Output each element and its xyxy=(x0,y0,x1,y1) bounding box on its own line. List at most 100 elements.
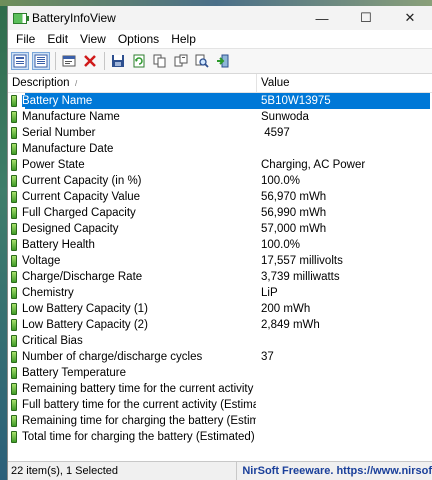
refresh-button[interactable] xyxy=(130,52,148,70)
list-item[interactable]: Critical Bias xyxy=(8,333,432,349)
battery-icon xyxy=(11,367,17,379)
delete-button[interactable] xyxy=(81,52,99,70)
battery-icon xyxy=(11,415,17,427)
menu-edit[interactable]: Edit xyxy=(41,32,74,46)
list-item[interactable]: Remaining battery time for the current a… xyxy=(8,381,432,397)
battery-icon xyxy=(11,159,17,171)
column-header-value[interactable]: Value xyxy=(257,77,290,89)
item-description-cell: Critical Bias xyxy=(8,335,256,347)
properties-button[interactable] xyxy=(60,52,78,70)
battery-info-list[interactable]: Description / Value Battery Name 5B10W139… xyxy=(8,74,432,464)
item-value: 3,739 milliwatts xyxy=(261,271,340,283)
item-description: Manufacture Name xyxy=(22,111,120,123)
list-item[interactable]: Low Battery Capacity (1) 200 mWh xyxy=(8,301,432,317)
item-description: Number of charge/discharge cycles xyxy=(22,351,203,363)
delete-icon xyxy=(84,55,96,67)
list-item[interactable]: Battery Temperature xyxy=(8,365,432,381)
sort-indicator-icon: / xyxy=(75,79,78,88)
list-item[interactable]: Battery Health 100.0% xyxy=(8,237,432,253)
item-description: Critical Bias xyxy=(22,335,83,347)
close-button[interactable]: ✕ xyxy=(388,6,432,30)
list-item[interactable]: Current Capacity Value 56,970 mWh xyxy=(8,189,432,205)
column-header-description-label: Description xyxy=(12,77,70,89)
item-description-cell: Manufacture Date xyxy=(8,143,256,155)
menu-options[interactable]: Options xyxy=(112,32,165,46)
battery-icon xyxy=(11,271,17,283)
item-description-cell: Manufacture Name xyxy=(8,111,256,123)
html-report-button[interactable] xyxy=(11,52,29,70)
battery-icon xyxy=(11,303,17,315)
list-item[interactable]: Chemistry LiP xyxy=(8,285,432,301)
list-item[interactable]: Full battery time for the current activi… xyxy=(8,397,432,413)
item-description-cell: Designed Capacity xyxy=(8,223,256,235)
item-description: Designed Capacity xyxy=(22,223,119,235)
list-item[interactable]: Full Charged Capacity 56,990 mWh xyxy=(8,205,432,221)
status-bar: 22 item(s), 1 Selected NirSoft Freeware.… xyxy=(8,461,432,480)
item-description-cell: Full Charged Capacity xyxy=(8,207,256,219)
battery-icon xyxy=(11,431,17,443)
title-bar[interactable]: BatteryInfoView — ☐ ✕ xyxy=(8,6,432,30)
battery-icon xyxy=(11,335,17,347)
html-report-icon xyxy=(13,54,27,68)
toolbar-separator xyxy=(104,52,105,70)
item-count-status: 22 item(s), 1 Selected xyxy=(8,462,238,480)
exit-button[interactable] xyxy=(214,52,232,70)
item-description: Remaining battery time for the current a… xyxy=(22,383,256,395)
battery-icon xyxy=(11,175,17,187)
properties-icon xyxy=(62,55,76,67)
list-item[interactable]: Low Battery Capacity (2) 2,849 mWh xyxy=(8,317,432,333)
find-button[interactable] xyxy=(193,52,211,70)
column-header-description[interactable]: Description / xyxy=(8,77,256,89)
item-description: Current Capacity Value xyxy=(22,191,141,203)
item-value: LiP xyxy=(261,287,278,299)
list-item[interactable]: Designed Capacity 57,000 mWh xyxy=(8,221,432,237)
list-item[interactable]: Remaining time for charging the battery … xyxy=(8,413,432,429)
maximize-button[interactable]: ☐ xyxy=(344,6,388,30)
menu-help[interactable]: Help xyxy=(165,32,202,46)
list-item[interactable]: Serial Number 4597 xyxy=(8,125,432,141)
list-item[interactable]: Battery Name 5B10W13975 xyxy=(8,93,432,109)
menu-file[interactable]: File xyxy=(10,32,41,46)
item-description: Power State xyxy=(22,159,85,171)
exit-icon xyxy=(217,54,229,68)
battery-icon xyxy=(11,191,17,203)
save-button[interactable] xyxy=(109,52,127,70)
item-description: Current Capacity (in %) xyxy=(22,175,142,187)
list-item[interactable]: Power State Charging, AC Power xyxy=(8,157,432,173)
item-description: Charge/Discharge Rate xyxy=(22,271,143,283)
column-header-value-label: Value xyxy=(261,77,290,89)
battery-icon xyxy=(11,239,17,251)
list-item[interactable]: Current Capacity (in %) 100.0% xyxy=(8,173,432,189)
battery-icon xyxy=(11,111,17,123)
battery-icon xyxy=(11,207,17,219)
item-description-cell: Full battery time for the current activi… xyxy=(8,399,256,411)
nirsoft-link[interactable]: NirSoft Freeware. https://www.nirsof xyxy=(237,465,432,477)
copy-icon xyxy=(153,54,166,68)
item-value: 37 xyxy=(261,351,274,363)
list-item[interactable]: Number of charge/discharge cycles 37 xyxy=(8,349,432,365)
menu-view[interactable]: View xyxy=(74,32,112,46)
item-description-cell: Battery Health xyxy=(8,239,256,251)
list-item[interactable]: Charge/Discharge Rate 3,739 milliwatts xyxy=(8,269,432,285)
window-title: BatteryInfoView xyxy=(32,11,116,25)
item-value: 57,000 mWh xyxy=(261,223,327,235)
list-item[interactable]: Total time for charging the battery (Est… xyxy=(8,429,432,445)
copy-all-button[interactable] xyxy=(172,52,190,70)
item-value: 100.0% xyxy=(261,175,301,187)
list-item[interactable]: Manufacture Date xyxy=(8,141,432,157)
battery-icon xyxy=(11,127,17,139)
window-controls: — ☐ ✕ xyxy=(300,6,432,30)
item-value: 200 mWh xyxy=(261,303,311,315)
copy-button[interactable] xyxy=(151,52,169,70)
list-report-button[interactable] xyxy=(32,52,50,70)
item-value: 100.0% xyxy=(261,239,301,251)
item-value: 17,557 millivolts xyxy=(261,255,343,267)
list-item[interactable]: Manufacture Name Sunwoda xyxy=(8,109,432,125)
item-description: Remaining time for charging the battery … xyxy=(22,415,256,427)
battery-app-icon xyxy=(13,12,29,24)
battery-icon xyxy=(11,319,17,331)
list-item[interactable]: Voltage 17,557 millivolts xyxy=(8,253,432,269)
item-description: Low Battery Capacity (2) xyxy=(22,319,148,331)
minimize-button[interactable]: — xyxy=(300,6,344,30)
item-description: Battery Temperature xyxy=(22,367,126,379)
